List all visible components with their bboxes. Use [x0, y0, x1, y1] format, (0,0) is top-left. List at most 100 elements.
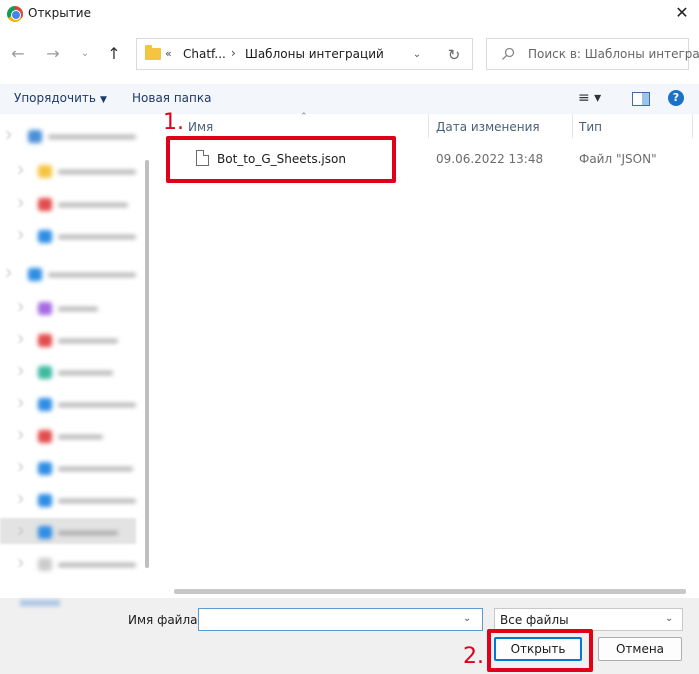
nav-item-icon	[28, 268, 42, 281]
nav-item-label-blurred	[58, 371, 113, 375]
file-date: 09.06.2022 13:48	[436, 152, 544, 166]
nav-item-label-blurred	[58, 499, 136, 503]
organize-label: Упорядочить	[14, 91, 96, 105]
window-title: Открытие	[28, 6, 91, 20]
column-header-date[interactable]: Дата изменения	[436, 120, 540, 134]
nav-tree-item[interactable]	[0, 226, 136, 248]
file-type-select[interactable]: Все файлы ⌄	[494, 608, 683, 631]
chevron-down-icon[interactable]: ⌄	[463, 613, 471, 624]
column-header-name[interactable]: Имя	[188, 120, 213, 134]
caret-down-icon: ▼	[99, 95, 107, 105]
nav-item-label-blurred	[48, 273, 136, 277]
nav-item-label-blurred	[58, 563, 136, 567]
nav-item-label-blurred	[58, 435, 103, 439]
recent-locations-button[interactable]: ⌄	[73, 42, 97, 66]
nav-tree-item[interactable]	[0, 554, 136, 576]
horizontal-scrollbar[interactable]	[174, 589, 686, 594]
up-button[interactable]: ↑	[102, 42, 126, 66]
preview-pane-icon[interactable]	[632, 92, 650, 106]
cancel-button[interactable]: Отмена	[598, 637, 682, 661]
search-box[interactable]: Поиск в: Шаблоны интегра...	[486, 38, 699, 70]
column-divider[interactable]	[692, 114, 693, 138]
nav-item-icon	[38, 165, 52, 178]
chevron-right-icon[interactable]	[14, 198, 24, 208]
search-icon	[502, 47, 515, 60]
chevron-right-icon[interactable]: ›	[231, 46, 236, 60]
chevron-right-icon[interactable]	[14, 302, 24, 312]
command-bar: Упорядочить ▼ Новая папка ≡ ▾ ?	[0, 84, 699, 114]
column-header-type[interactable]: Тип	[579, 120, 602, 134]
nav-tree-item[interactable]	[0, 330, 136, 352]
nav-item-icon	[28, 130, 42, 143]
nav-item-icon	[38, 398, 52, 411]
nav-tree-item[interactable]	[0, 394, 136, 416]
address-bar[interactable]: « Chatf... › Шаблоны интеграций ⌄ ↻	[136, 38, 473, 70]
filename-input[interactable]: ⌄	[198, 608, 483, 631]
nav-pane-scrollbar[interactable]	[145, 160, 149, 568]
nav-tree-item[interactable]	[0, 522, 136, 544]
nav-item-icon	[38, 558, 52, 571]
filename-label: Имя файла:	[128, 613, 202, 627]
nav-item-partial	[20, 600, 60, 606]
nav-tree-item[interactable]	[0, 126, 136, 148]
chevron-right-icon[interactable]	[2, 130, 12, 140]
back-button[interactable]: ←	[6, 42, 30, 66]
annotation-step-1: 1.	[163, 110, 184, 135]
nav-tree-item[interactable]	[0, 298, 136, 320]
file-type-value: Все файлы	[500, 613, 569, 627]
nav-item-label-blurred	[58, 339, 118, 343]
nav-item-icon	[38, 334, 52, 347]
nav-tree-item[interactable]	[0, 161, 136, 183]
chevron-right-icon[interactable]	[14, 430, 24, 440]
help-icon[interactable]: ?	[668, 90, 684, 106]
nav-item-label-blurred	[58, 203, 128, 207]
nav-item-icon	[38, 462, 52, 475]
address-dropdown-button[interactable]: ⌄	[407, 45, 427, 65]
search-placeholder: Поиск в: Шаблоны интегра...	[528, 47, 699, 61]
refresh-button[interactable]: ↻	[443, 45, 465, 65]
chevron-right-icon[interactable]	[14, 462, 24, 472]
file-list: ⌃ Имя Дата изменения Тип Bot_to_G_Sheets…	[158, 112, 699, 594]
navigation-pane	[0, 114, 150, 598]
chevron-right-icon[interactable]	[14, 494, 24, 504]
chevron-right-icon[interactable]	[14, 165, 24, 175]
chevron-down-icon: ⌄	[665, 613, 674, 624]
nav-tree-item[interactable]	[0, 426, 136, 448]
breadcrumb-integration-templates[interactable]: Шаблоны интеграций	[245, 47, 384, 61]
annotation-box-step-2	[487, 629, 593, 672]
column-divider[interactable]	[572, 114, 573, 138]
nav-item-label-blurred	[58, 170, 136, 174]
bottom-panel: Имя файла: ⌄ Все файлы ⌄ Открыть Отмена	[0, 598, 699, 674]
chevron-right-icon[interactable]	[14, 334, 24, 344]
breadcrumb-chatf[interactable]: Chatf...	[183, 47, 226, 61]
organize-button[interactable]: Упорядочить ▼	[14, 91, 107, 105]
nav-item-icon	[38, 430, 52, 443]
nav-tree-item[interactable]	[0, 458, 136, 480]
open-file-dialog: Открытие ✕ ← → ⌄ ↑ « Chatf... › Шаблоны …	[0, 0, 699, 674]
chevron-right-icon[interactable]	[14, 558, 24, 568]
forward-button[interactable]: →	[41, 42, 65, 66]
new-folder-button[interactable]: Новая папка	[132, 91, 211, 105]
nav-tree-item[interactable]	[0, 264, 136, 286]
nav-item-icon	[38, 366, 52, 379]
chevron-right-icon[interactable]	[14, 366, 24, 376]
chevron-right-icon[interactable]	[14, 230, 24, 240]
column-divider[interactable]	[428, 114, 429, 138]
nav-tree-item[interactable]	[0, 362, 136, 384]
nav-item-label-blurred	[58, 307, 98, 311]
close-button[interactable]: ✕	[668, 2, 696, 26]
chevron-right-icon[interactable]	[14, 398, 24, 408]
chevron-right-icon[interactable]	[2, 268, 12, 278]
nav-item-label-blurred	[48, 135, 136, 139]
nav-tree-item[interactable]	[0, 490, 136, 512]
nav-tree-item[interactable]	[0, 194, 136, 216]
address-overflow[interactable]: «	[165, 47, 172, 60]
nav-item-icon	[38, 526, 52, 539]
nav-item-label-blurred	[58, 467, 133, 471]
sort-ascending-icon: ⌃	[300, 112, 308, 122]
file-type: Файл "JSON"	[579, 152, 657, 166]
view-options-button[interactable]: ≡ ▾	[578, 90, 614, 108]
chevron-right-icon[interactable]	[14, 526, 24, 536]
nav-item-icon	[38, 198, 52, 211]
folder-icon	[145, 45, 161, 60]
